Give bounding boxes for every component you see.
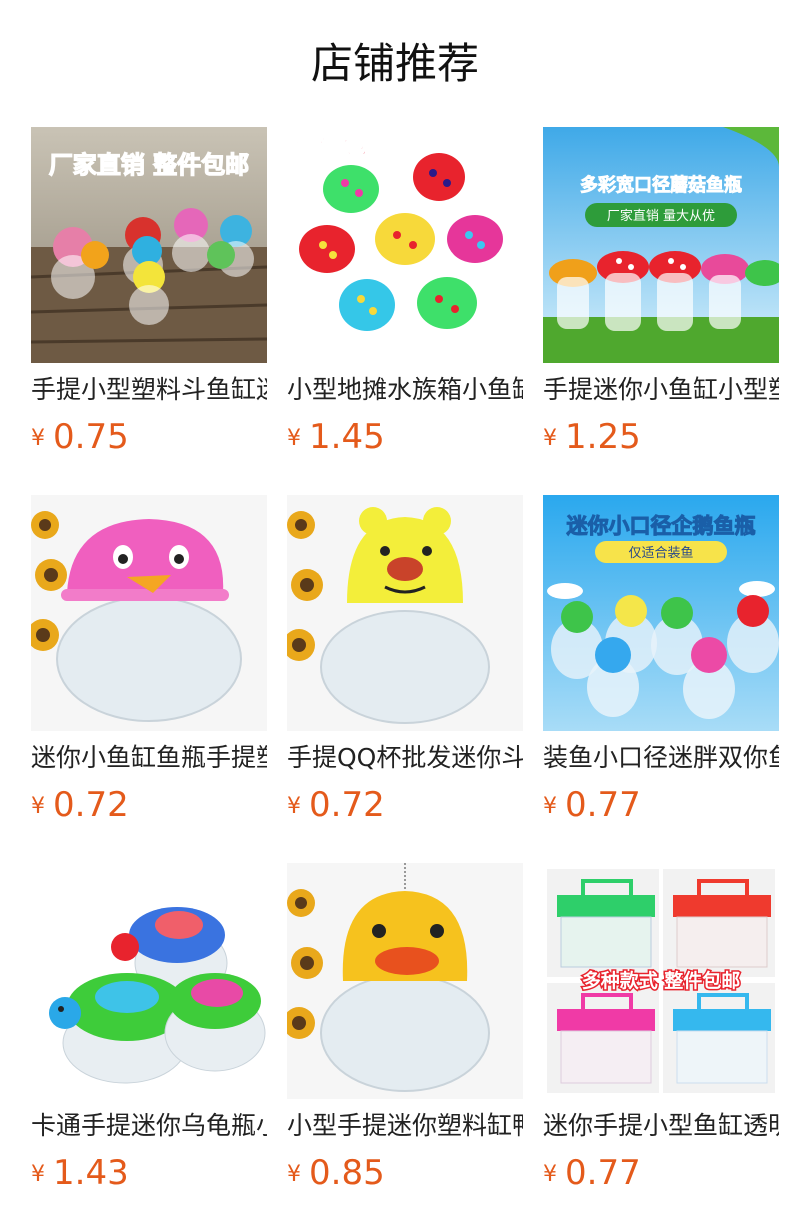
product-card[interactable]: 迷你小口径企鹅鱼瓶 仅适合装鱼 装鱼小口径迷胖双你鱼瓶 ¥0.77 [543,495,779,825]
currency-symbol: ¥ [543,794,557,819]
product-image[interactable]: 多彩宽口径蘑菇鱼瓶 厂家直销 量大从优 [543,127,779,363]
currency-symbol: ¥ [543,1162,557,1187]
product-price: ¥0.85 [287,1153,385,1193]
product-subbanner: 厂家直销 量大从优 [607,208,715,224]
product-grid: 厂家直销 整件包邮 手提小型塑料斗鱼缸迷你 ¥0.75 整件包 [31,127,779,1193]
product-name[interactable]: 装鱼小口径迷胖双你鱼瓶 [543,742,779,774]
product-name[interactable]: 手提小型塑料斗鱼缸迷你 [31,374,267,406]
product-price: ¥1.45 [287,417,385,457]
product-price: ¥0.72 [31,785,129,825]
currency-symbol: ¥ [287,426,301,451]
product-banner: 多彩宽口径蘑菇鱼瓶 [580,174,742,196]
product-banner: 厂家直销 整件包邮 [49,151,249,179]
price-value: 1.43 [53,1153,129,1193]
product-image[interactable]: 整件包邮 [287,127,523,363]
product-card[interactable]: 迷你小鱼缸鱼瓶手提塑料 ¥0.72 [31,495,267,825]
product-banner: 迷你小口径企鹅鱼瓶 [566,514,756,538]
product-image[interactable] [31,863,267,1099]
currency-symbol: ¥ [287,794,301,819]
product-name[interactable]: 小型地摊水族箱小鱼缸迷你 [287,374,523,406]
product-card[interactable]: 手提QQ杯批发迷你斗鱼缸 ¥0.72 [287,495,523,825]
product-price: ¥0.72 [287,785,385,825]
product-card[interactable]: 多彩宽口径蘑菇鱼瓶 厂家直销 量大从优 手提迷你小鱼缸小型塑料 ¥1.25 [543,127,779,457]
shop-recommend-page: 店铺推荐 厂家直销 整件包邮 手提小型塑料斗鱼缸 ¥ 0.75 整件包邮 小型地… [0,0,790,1230]
product-image[interactable] [287,495,523,731]
product-name[interactable]: 迷你手提小型鱼缸透明 [543,1110,779,1142]
product-name[interactable]: 手提QQ杯批发迷你斗鱼缸 [287,742,523,774]
product-price: ¥1.43 [31,1153,129,1193]
product-card[interactable]: 厂家直销 整件包邮 手提小型塑料斗鱼缸迷你 ¥0.75 [31,127,267,457]
price-value: 0.85 [309,1153,385,1193]
price-value: 1.45 [309,417,385,457]
product-price: ¥1.25 [543,417,641,457]
product-image[interactable]: 迷你小口径企鹅鱼瓶 仅适合装鱼 [543,495,779,731]
page-title: 店铺推荐 [310,39,479,88]
currency-symbol: ¥ [31,1162,45,1187]
currency-symbol: ¥ [31,794,45,819]
currency-symbol: ¥ [31,426,45,451]
price-value: 0.72 [309,785,385,825]
product-card[interactable]: 小型手提迷你塑料缸鸭子 ¥0.85 [287,863,523,1193]
product-image[interactable]: 厂家直销 整件包邮 [31,127,267,363]
price-value: 0.75 [53,417,129,457]
product-banner: 多种款式 整件包邮 [582,969,741,992]
product-card[interactable]: 卡通手提迷你乌龟瓶小型 ¥1.43 [31,863,267,1193]
product-image[interactable] [287,863,523,1099]
product-price: ¥0.75 [31,417,129,457]
currency-symbol: ¥ [287,1162,301,1187]
product-name[interactable]: 迷你小鱼缸鱼瓶手提塑料 [31,742,267,774]
currency-symbol: ¥ [543,426,557,451]
price-value: 0.72 [53,785,129,825]
product-price: ¥0.77 [543,1153,641,1193]
product-name[interactable]: 手提迷你小鱼缸小型塑料 [543,374,779,406]
product-name[interactable]: 卡通手提迷你乌龟瓶小型 [31,1110,267,1142]
price-value: 1.25 [565,417,641,457]
product-price: ¥0.77 [543,785,641,825]
product-card[interactable]: 整件包邮 小型地摊水族箱小鱼缸迷你 ¥1.45 [287,127,523,457]
product-card[interactable]: 多种款式 整件包邮 迷你手提小型鱼缸透明 ¥0.77 [543,863,779,1193]
product-banner: 整件包邮 [295,131,391,159]
price-value: 0.77 [565,785,641,825]
product-subbanner: 仅适合装鱼 [628,545,693,561]
product-name[interactable]: 小型手提迷你塑料缸鸭子 [287,1110,523,1142]
product-image[interactable]: 多种款式 整件包邮 [543,863,779,1099]
price-value: 0.77 [565,1153,641,1193]
product-image[interactable] [31,495,267,731]
